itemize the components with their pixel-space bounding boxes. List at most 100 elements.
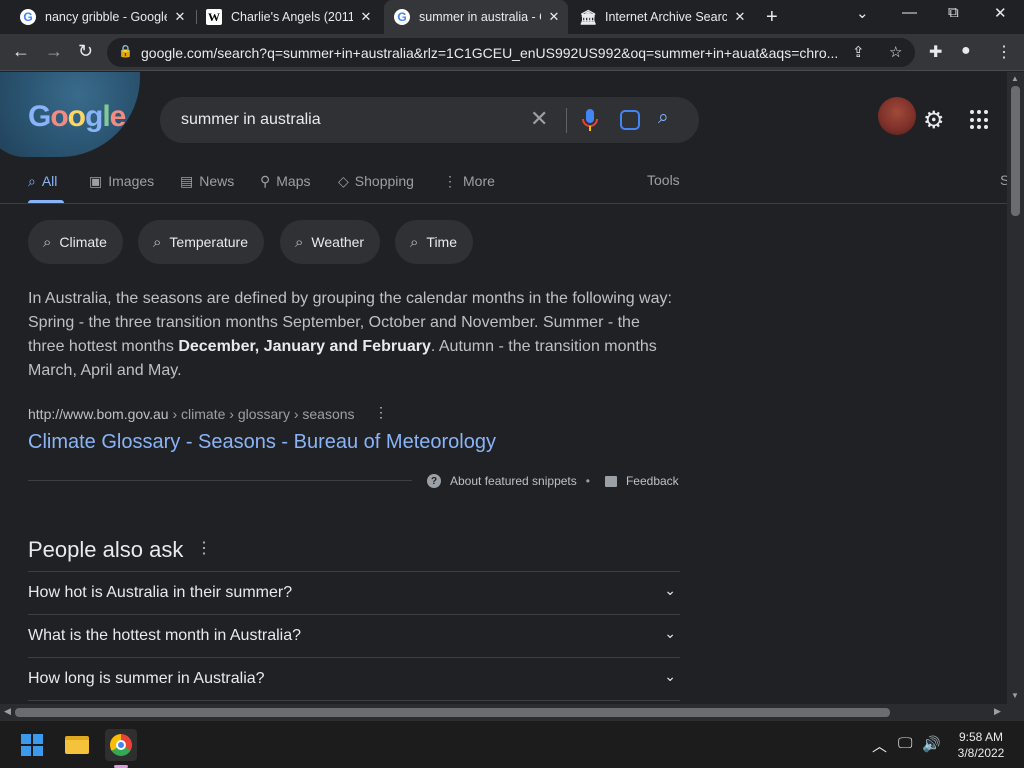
google-apps-icon[interactable]	[970, 110, 990, 130]
chip-time[interactable]: ⌕ Time	[395, 220, 473, 264]
chevron-down-icon: ⌄	[664, 625, 676, 641]
extensions-puzzle-icon[interactable]: ✚	[929, 42, 942, 62]
scroll-right-icon[interactable]: ▶	[994, 706, 1001, 717]
more-vert-icon[interactable]: ⋮	[374, 404, 388, 421]
chip-label: Weather	[311, 234, 365, 250]
tab-label: All	[41, 173, 58, 189]
profile-icon[interactable]: ●	[961, 42, 971, 60]
tab-title: Internet Archive Search	[605, 10, 727, 24]
search-box[interactable]: summer in australia ✕ ⌕	[160, 97, 699, 143]
browser-menu-icon[interactable]: ⋮	[996, 42, 1012, 62]
new-tab-button[interactable]: +	[766, 6, 778, 29]
address-bar[interactable]: 🔒 google.com/search?q=summer+in+australi…	[107, 38, 915, 67]
paa-question[interactable]: How long is summer in Australia? ⌄	[28, 658, 680, 700]
tab-images[interactable]: ▣ Images	[89, 172, 154, 190]
paa-question-text: How hot is Australia in their summer?	[28, 584, 293, 601]
chip-temperature[interactable]: ⌕ Temperature	[138, 220, 264, 264]
tab-close-icon[interactable]: ✕	[731, 9, 749, 25]
tab-label: Shopping	[354, 173, 414, 189]
feedback-icon	[604, 475, 617, 487]
tab-shopping[interactable]: ◇ Shopping	[338, 172, 414, 190]
tab-title: Charlie's Angels (2011	[231, 10, 353, 24]
search-tabs: ⌕ All ▣ Images ▤ News ⚲ Maps ◇ Shopping …	[28, 172, 708, 204]
volume-icon[interactable]: 🔊	[922, 735, 941, 753]
more-vert-icon[interactable]: ⋮	[196, 538, 212, 558]
tab-close-icon[interactable]: ✕	[357, 9, 375, 25]
featured-snippet-text: In Australia, the seasons are defined by…	[28, 287, 680, 383]
tab-news[interactable]: ▤ News	[180, 172, 234, 190]
url-text[interactable]: google.com/search?q=summer+in+australia&…	[141, 45, 841, 61]
file-explorer-button[interactable]	[61, 729, 93, 761]
share-icon[interactable]: ⇪	[852, 43, 865, 61]
search-icon[interactable]: ⌕	[658, 107, 669, 129]
tab-title: summer in australia - G	[419, 10, 541, 24]
horizontal-scrollbar[interactable]: ◀ ▶	[0, 704, 1007, 720]
restore-button[interactable]: ⧉	[948, 4, 959, 21]
browser-tab-4[interactable]: 🏛 Internet Archive Search ✕	[572, 0, 756, 34]
search-input[interactable]: summer in australia	[181, 111, 321, 129]
wikipedia-favicon-icon: W	[206, 9, 222, 25]
forward-arrow-icon[interactable]: →	[45, 41, 63, 62]
browser-tab-2[interactable]: W Charlie's Angels (2011 ✕	[198, 0, 382, 34]
paa-question[interactable]: What is the hottest month in Australia? …	[28, 615, 680, 657]
system-clock[interactable]: 9:58 AM 3/8/2022	[950, 729, 1012, 761]
paa-question[interactable]: How hot is Australia in their summer? ⌄	[28, 572, 680, 614]
museum-favicon-icon: 🏛	[579, 8, 597, 25]
tab-all[interactable]: ⌕ All	[28, 172, 57, 190]
divider	[0, 203, 1007, 204]
tab-more[interactable]: ⋮ More	[443, 172, 495, 190]
settings-gear-icon[interactable]: ⚙	[923, 106, 945, 135]
tools-button[interactable]: Tools	[647, 172, 680, 188]
help-icon: ?	[427, 474, 441, 488]
snippet-footer: ? About featured snippets • Feedback	[427, 474, 679, 488]
browser-toolbar: ← → ↻ 🔒 google.com/search?q=summer+in+au…	[0, 34, 1024, 71]
tab-search-icon[interactable]: ⌄	[856, 4, 869, 22]
result-cite[interactable]: http://www.bom.gov.au › climate › glossa…	[28, 406, 355, 422]
camera-lens-icon[interactable]	[620, 110, 640, 130]
vertical-scrollbar[interactable]: ▲ ▼	[1007, 72, 1024, 704]
network-icon[interactable]: 🖵	[898, 735, 912, 752]
scroll-thumb[interactable]	[15, 708, 890, 717]
result-title-link[interactable]: Climate Glossary - Seasons - Bureau of M…	[28, 431, 496, 454]
logo-letter: o	[67, 100, 86, 133]
tab-label: Maps	[276, 173, 311, 189]
chip-climate[interactable]: ⌕ Climate	[28, 220, 123, 264]
start-button[interactable]	[16, 729, 48, 761]
chip-weather[interactable]: ⌕ Weather	[280, 220, 381, 264]
reload-icon[interactable]: ↻	[78, 41, 93, 62]
browser-tab-1[interactable]: G nancy gribble - Google ✕	[12, 0, 192, 34]
tab-close-icon[interactable]: ✕	[545, 9, 563, 25]
feedback-link[interactable]: Feedback	[626, 474, 679, 488]
browser-tab-3-active[interactable]: G summer in australia - G ✕	[384, 0, 568, 34]
chip-label: Temperature	[169, 234, 248, 250]
minimize-button[interactable]: —	[902, 4, 917, 21]
tab-label: News	[199, 173, 235, 189]
scroll-left-icon[interactable]: ◀	[4, 706, 11, 717]
tab-maps[interactable]: ⚲ Maps	[260, 172, 311, 190]
divider	[28, 700, 680, 701]
scroll-up-icon[interactable]: ▲	[1011, 74, 1019, 83]
clear-icon[interactable]: ✕	[530, 106, 548, 132]
tab-close-icon[interactable]: ✕	[171, 9, 189, 25]
search-icon: ⌕	[295, 233, 304, 251]
scroll-thumb[interactable]	[1011, 86, 1020, 216]
more-vert-icon: ⋮	[443, 172, 457, 189]
chrome-taskbar-button[interactable]	[105, 729, 137, 761]
close-window-button[interactable]: ✕	[994, 4, 1007, 22]
logo-letter: G	[28, 100, 51, 133]
bookmark-star-icon[interactable]: ☆	[889, 43, 902, 61]
google-logo[interactable]: Google	[28, 100, 126, 134]
scroll-down-icon[interactable]: ▼	[1011, 691, 1019, 700]
google-favicon-icon: G	[20, 9, 36, 25]
about-snippets-link[interactable]: About featured snippets	[450, 474, 577, 488]
account-avatar[interactable]	[878, 97, 916, 135]
logo-letter: g	[85, 100, 103, 133]
tab-strip: G nancy gribble - Google ✕ W Charlie's A…	[0, 0, 1024, 34]
folder-icon	[65, 736, 89, 754]
back-arrow-icon[interactable]: ←	[12, 41, 30, 62]
chip-label: Time	[426, 234, 457, 250]
divider	[566, 108, 567, 133]
tab-separator	[196, 10, 197, 24]
chevron-up-icon[interactable]: ︿	[872, 735, 887, 756]
microphone-icon[interactable]	[580, 107, 600, 133]
